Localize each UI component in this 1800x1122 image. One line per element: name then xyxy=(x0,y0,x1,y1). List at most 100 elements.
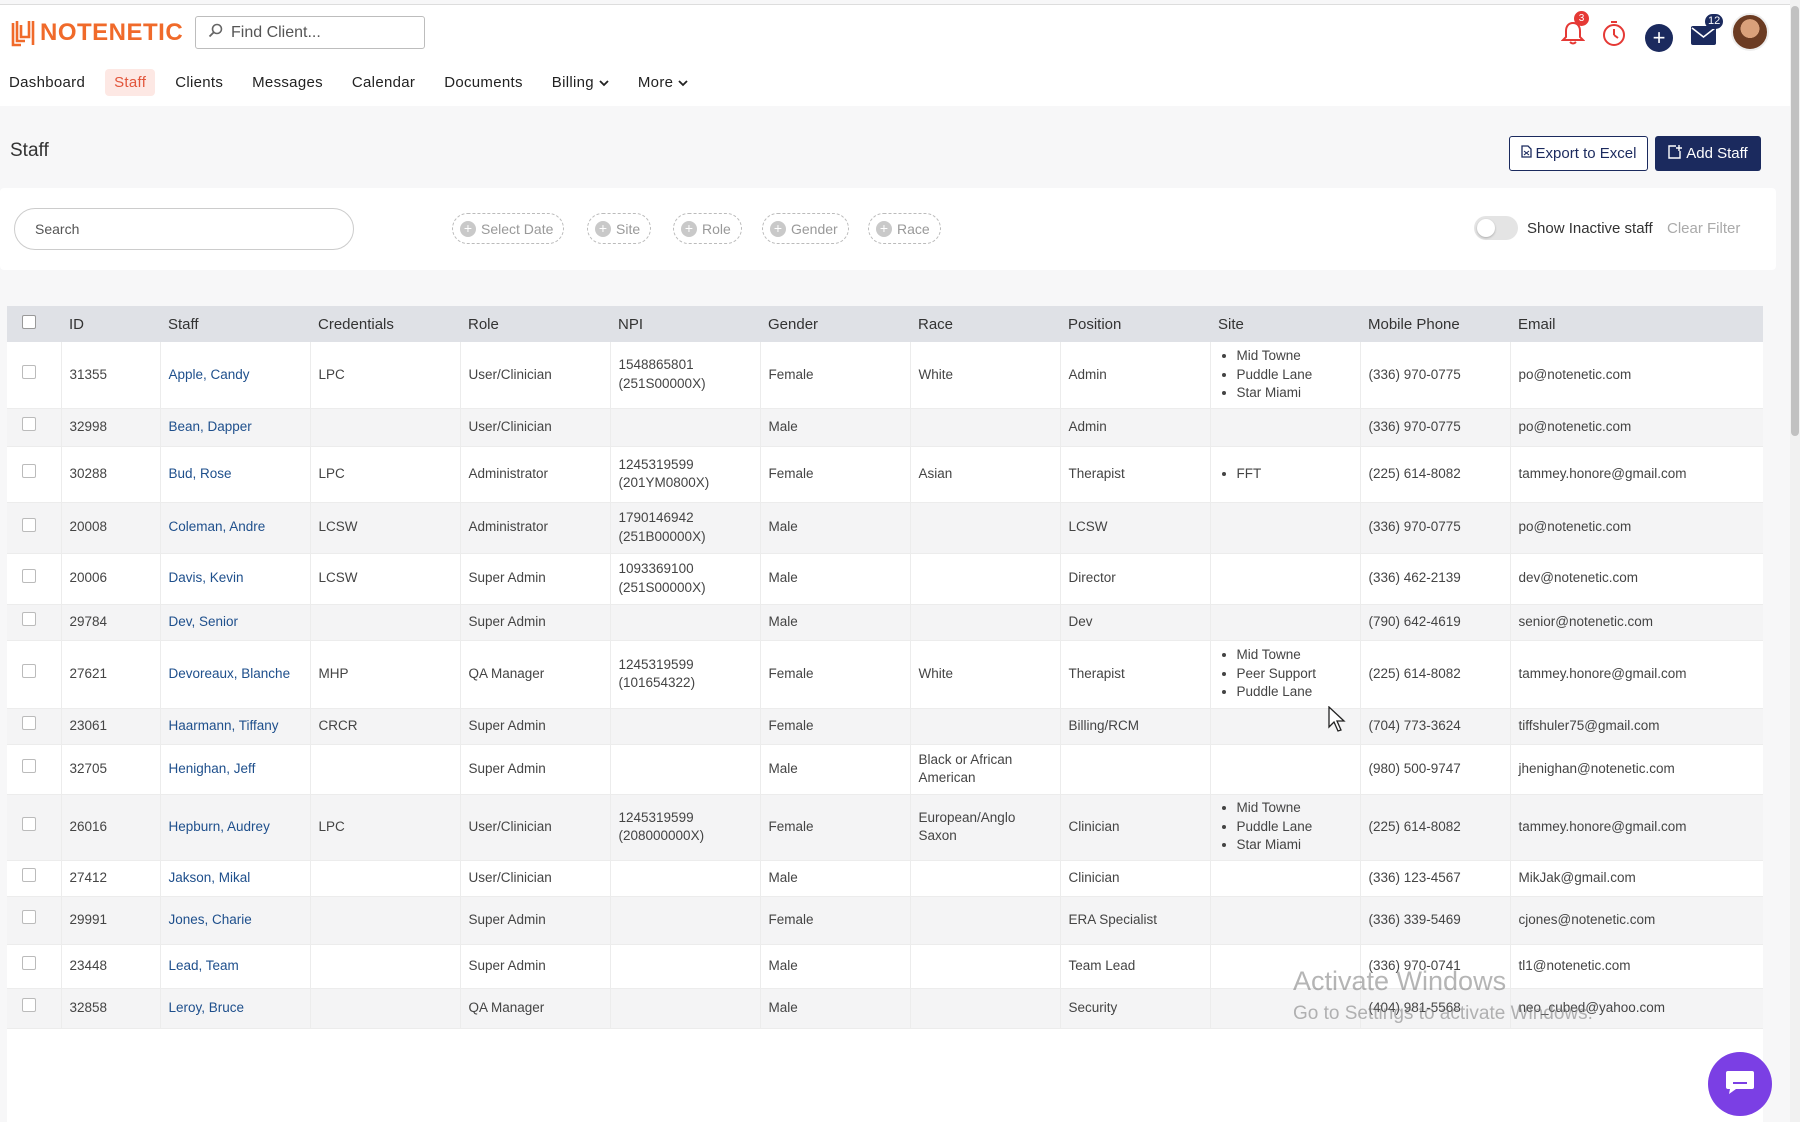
table-row[interactable]: 20008 Coleman, Andre LCSW Administrator 1790… xyxy=(7,502,1763,553)
staff-name-link[interactable]: Leroy, Bruce xyxy=(169,1000,245,1015)
filter-chip-gender[interactable]: + Gender xyxy=(762,213,849,244)
filter-chip-site[interactable]: + Site xyxy=(587,213,652,244)
col-gender[interactable]: Gender xyxy=(760,306,910,342)
staff-name-link[interactable]: Lead, Team xyxy=(169,958,239,973)
mobile-phone: (336) 123-4567 xyxy=(1368,869,1461,885)
col-race[interactable]: Race xyxy=(910,306,1060,342)
staff-name-link[interactable]: Jones, Charie xyxy=(169,912,252,927)
chat-button[interactable] xyxy=(1708,1052,1772,1116)
staff-name-link[interactable]: Henighan, Jeff xyxy=(169,761,256,776)
bell-icon[interactable]: 3 xyxy=(1560,11,1589,51)
col-position[interactable]: Position xyxy=(1060,306,1210,342)
filter-chip-select-date[interactable]: + Select Date xyxy=(452,213,565,244)
table-row[interactable]: 30288 Bud, Rose LPC Administrator 1245319599… xyxy=(7,446,1763,502)
col-id[interactable]: ID xyxy=(61,306,160,342)
nav-documents[interactable]: Documents xyxy=(435,69,532,96)
col-staff[interactable]: Staff xyxy=(160,306,310,342)
role: Super Admin xyxy=(468,911,546,927)
nav-clients[interactable]: Clients xyxy=(166,69,232,96)
table-row[interactable]: 32858 Leroy, Bruce QA Manager Male Security (… xyxy=(7,988,1763,1028)
cell-mobile-phone: (225) 614-8082 xyxy=(1360,640,1511,708)
filter-chip-race[interactable]: + Race xyxy=(868,213,941,244)
row-checkbox[interactable] xyxy=(22,568,36,583)
table-row[interactable]: 23061 Haarmann, Tiffany CRCR Super Admin Fem… xyxy=(7,708,1763,744)
staff-name-link[interactable]: Davis, Kevin xyxy=(169,570,244,585)
staff-name-link[interactable]: Bean, Dapper xyxy=(169,419,252,434)
row-checkbox[interactable] xyxy=(22,817,36,832)
row-checkbox[interactable] xyxy=(22,759,36,774)
table-row[interactable]: 29784 Dev, Senior Super Admin Male Dev (790) … xyxy=(7,604,1763,640)
cell-staff: Coleman, Andre xyxy=(160,502,311,553)
row-checkbox[interactable] xyxy=(22,910,36,925)
table-row[interactable]: 27412 Jakson, Mikal User/Clinician Male Clin… xyxy=(7,860,1763,896)
table-row[interactable]: 31355 Apple, Candy LPC User/Clinician 154886… xyxy=(7,342,1763,408)
search-box[interactable] xyxy=(14,208,354,250)
row-checkbox[interactable] xyxy=(22,998,36,1013)
staff-name-link[interactable]: Coleman, Andre xyxy=(169,519,266,534)
cell-email: dev@notenetic.com xyxy=(1510,553,1763,604)
nav-billing[interactable]: Billing xyxy=(543,69,618,96)
filter-chip-role[interactable]: + Role xyxy=(673,213,742,244)
mail-icon[interactable]: 12 xyxy=(1691,14,1724,50)
row-checkbox[interactable] xyxy=(22,868,36,883)
clear-filter-link[interactable]: Clear Filter xyxy=(1667,220,1740,237)
row-checkbox[interactable] xyxy=(22,956,36,971)
find-client-input[interactable] xyxy=(231,23,421,42)
row-checkbox[interactable] xyxy=(22,365,36,379)
scrollbar-thumb[interactable] xyxy=(1791,6,1799,436)
staff-name-link[interactable]: Dev, Senior xyxy=(169,614,239,629)
table-row[interactable]: 29991 Jones, Charie Super Admin Female ERA S… xyxy=(7,896,1763,944)
plus-icon[interactable]: + xyxy=(1645,24,1673,52)
mobile-phone: (704) 773-3624 xyxy=(1368,717,1461,733)
staff-name-link[interactable]: Bud, Rose xyxy=(169,466,232,481)
table-row[interactable]: 32705 Henighan, Jeff Super Admin Male Black … xyxy=(7,744,1763,794)
table-row[interactable]: 26016 Hepburn, Audrey LPC User/Clinician 124… xyxy=(7,794,1763,860)
table-row[interactable]: 23448 Lead, Team Super Admin Male Team Lead (… xyxy=(7,944,1763,988)
find-client-box[interactable] xyxy=(195,16,425,49)
staff-name-link[interactable]: Apple, Candy xyxy=(169,367,250,382)
cell-id: 32998 xyxy=(61,408,161,446)
col-site[interactable]: Site xyxy=(1210,306,1360,342)
email: tiffshuler75@gmail.com xyxy=(1518,717,1660,733)
npi-line: (101654322) xyxy=(618,675,696,690)
avatar[interactable] xyxy=(1731,13,1769,51)
timer-icon[interactable] xyxy=(1601,20,1627,53)
row-checkbox[interactable] xyxy=(22,664,36,679)
col-npi[interactable]: NPI xyxy=(610,306,760,342)
select-all-checkbox[interactable] xyxy=(22,315,36,329)
nav-more[interactable]: More xyxy=(629,69,697,96)
show-inactive-toggle[interactable] xyxy=(1474,216,1518,240)
position: Security xyxy=(1068,999,1118,1015)
nav-staff[interactable]: Staff xyxy=(105,69,156,96)
cell-id: 20008 xyxy=(61,502,161,553)
col-mobile-phone[interactable]: Mobile Phone xyxy=(1360,306,1510,342)
email: tammey.honore@gmail.com xyxy=(1518,818,1687,834)
row-checkbox[interactable] xyxy=(22,716,36,731)
search-input[interactable] xyxy=(35,221,335,237)
col-role[interactable]: Role xyxy=(460,306,610,342)
plus-icon: + xyxy=(681,220,697,237)
nav-messages[interactable]: Messages xyxy=(243,69,332,96)
row-checkbox[interactable] xyxy=(22,464,36,479)
table-row[interactable]: 27621 Devoreaux, Blanche MHP QA Manager 1245… xyxy=(7,640,1763,708)
logo[interactable]: NOTENETIC xyxy=(10,19,183,47)
table-row[interactable]: 20006 Davis, Kevin LCSW Super Admin 10933691… xyxy=(7,553,1763,604)
page-scrollbar[interactable] xyxy=(1790,0,1800,1122)
staff-name-link[interactable]: Hepburn, Audrey xyxy=(169,819,270,834)
export-to-excel-button[interactable]: Export to Excel xyxy=(1509,136,1648,171)
staff-name-link[interactable]: Jakson, Mikal xyxy=(169,870,251,885)
add-staff-button[interactable]: Add Staff xyxy=(1655,136,1761,171)
staff-name-link[interactable]: Devoreaux, Blanche xyxy=(169,666,291,681)
credentials: LPC xyxy=(318,818,345,834)
nav-label: Clients xyxy=(175,74,224,91)
cell-npi: 1790146942 (251B00000X) xyxy=(610,502,761,553)
row-checkbox[interactable] xyxy=(22,417,36,432)
row-checkbox[interactable] xyxy=(22,612,36,627)
col-email[interactable]: Email xyxy=(1510,306,1763,342)
row-checkbox[interactable] xyxy=(22,517,36,532)
nav-dashboard[interactable]: Dashboard xyxy=(0,69,94,96)
nav-calendar[interactable]: Calendar xyxy=(343,69,424,96)
col-credentials[interactable]: Credentials xyxy=(310,306,460,342)
staff-name-link[interactable]: Haarmann, Tiffany xyxy=(169,718,279,733)
table-row[interactable]: 32998 Bean, Dapper User/Clinician Male Admin… xyxy=(7,408,1763,446)
